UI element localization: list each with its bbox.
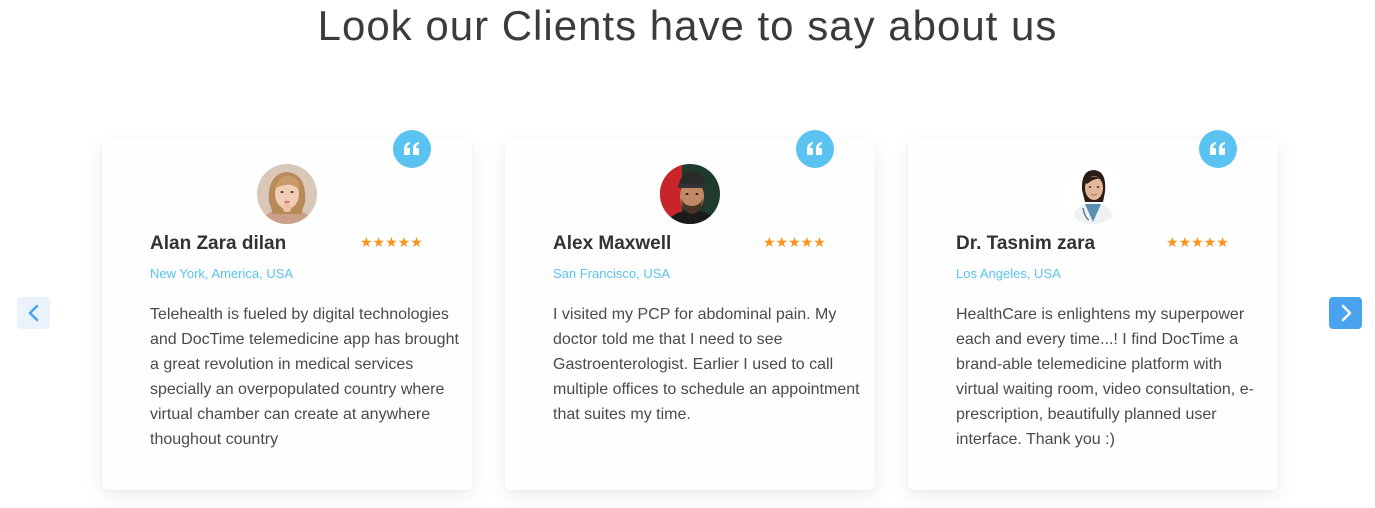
carousel-prev-button[interactable]	[17, 297, 50, 329]
section-title: Look our Clients have to say about us	[317, 2, 1058, 49]
avatar	[660, 164, 720, 224]
star-rating: ★★★★★	[360, 235, 423, 251]
avatar	[1063, 164, 1123, 224]
testimonial-card: Alex Maxwell ★★★★★ San Francisco, USA I …	[505, 130, 875, 490]
testimonial-text: Telehealth is fueled by digital technolo…	[150, 306, 459, 448]
testimonial-text: HealthCare is enlightens my superpower e…	[956, 306, 1254, 448]
chevron-left-icon	[28, 304, 38, 322]
testimonial-text: I visited my PCP for abdominal pain. My …	[553, 306, 860, 423]
testimonial-card: Dr. Tasnim zara ★★★★★ Los Angeles, USA H…	[908, 130, 1278, 490]
star-rating: ★★★★★	[1166, 235, 1229, 251]
avatar	[257, 164, 317, 224]
client-location: New York, America, USA	[150, 266, 294, 281]
client-location: Los Angeles, USA	[956, 266, 1061, 281]
client-name: Alex Maxwell	[553, 233, 672, 254]
client-name: Dr. Tasnim zara	[956, 233, 1096, 254]
star-rating: ★★★★★	[763, 235, 826, 251]
carousel-next-button[interactable]	[1329, 297, 1362, 329]
chevron-right-icon	[1341, 304, 1351, 322]
quote-icon	[1199, 130, 1237, 168]
client-location: San Francisco, USA	[553, 266, 671, 281]
quote-icon	[796, 130, 834, 168]
quote-icon	[393, 130, 431, 168]
client-name: Alan Zara dilan	[150, 233, 287, 254]
testimonial-card: Alan Zara dilan ★★★★★ New York, America,…	[102, 130, 472, 490]
